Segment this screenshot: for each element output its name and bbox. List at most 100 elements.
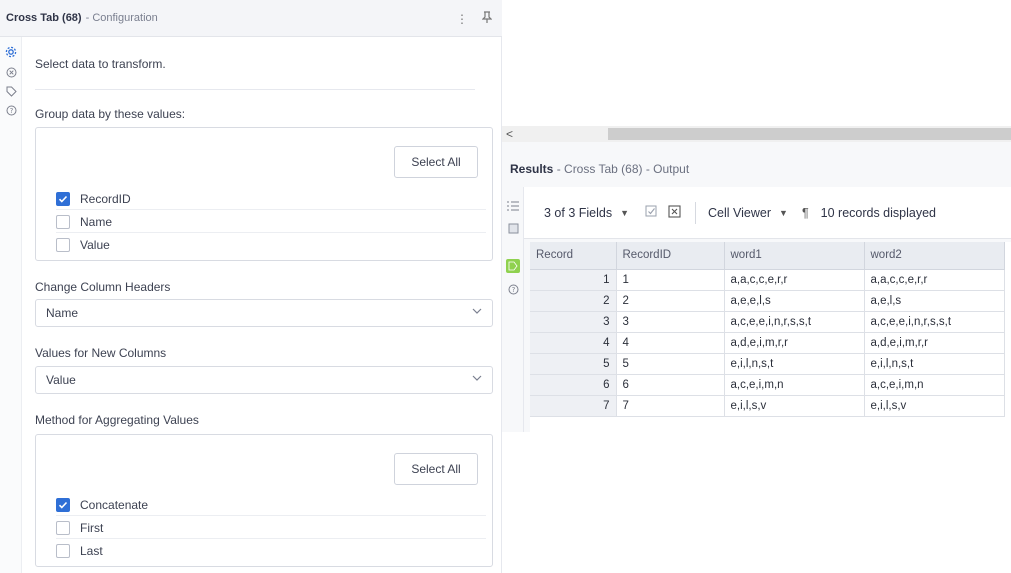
table-row[interactable]: 7 7 e,i,l,s,v e,i,l,s,v xyxy=(530,395,1005,417)
pin-icon[interactable] xyxy=(481,11,493,26)
table-cell[interactable]: a,a,c,c,e,r,r xyxy=(724,269,865,291)
column-header-word2[interactable]: word2 xyxy=(864,242,1005,270)
checkbox-icon[interactable] xyxy=(56,544,70,558)
group-item-label: Value xyxy=(80,238,110,252)
table-cell[interactable]: a,c,e,e,i,n,r,s,s,t xyxy=(864,311,1005,333)
scrollbar-thumb[interactable] xyxy=(608,128,1011,140)
table-cell[interactable]: 6 xyxy=(616,374,725,396)
record-number: 2 xyxy=(530,290,617,312)
svg-text:?: ? xyxy=(511,286,515,294)
results-grid[interactable]: Record RecordID word1 word2 1 1 a,a,c,c,… xyxy=(530,242,1011,432)
column-header-word1[interactable]: word1 xyxy=(724,242,865,270)
checkbox-icon[interactable] xyxy=(56,520,70,535)
table-cell[interactable]: e,i,l,n,s,t xyxy=(724,353,865,375)
caret-down-icon: ▼ xyxy=(779,207,788,218)
toolbar-divider xyxy=(695,201,697,224)
method-item-last[interactable]: Last xyxy=(56,540,486,562)
table-row[interactable]: 6 6 a,c,e,i,m,n a,c,e,i,m,n xyxy=(530,374,1005,396)
group-item-name[interactable]: Name xyxy=(56,211,486,233)
table-cell[interactable]: a,e,l,s xyxy=(864,290,1005,312)
config-subtitle: - Configuration xyxy=(85,12,158,24)
table-cell[interactable]: e,i,l,n,s,t xyxy=(864,353,1005,375)
table-cell[interactable]: 2 xyxy=(616,290,725,312)
group-item-recordid[interactable]: RecordID xyxy=(56,188,486,210)
results-title: Results - Cross Tab (68) - Output xyxy=(510,162,689,176)
help-icon[interactable]: ? xyxy=(506,282,520,296)
results-side-rail: ? xyxy=(502,187,524,432)
fields-count: 3 of 3 Fields xyxy=(544,205,613,220)
record-number: 3 xyxy=(530,311,617,333)
table-cell[interactable]: a,d,e,i,m,r,r xyxy=(724,332,865,354)
record-number: 7 xyxy=(530,395,617,417)
data-icon[interactable] xyxy=(506,221,520,235)
column-headers-select[interactable]: Name xyxy=(35,299,493,327)
table-cell[interactable]: e,i,l,s,v xyxy=(864,395,1005,417)
svg-text:?: ? xyxy=(9,107,13,115)
table-cell[interactable]: 3 xyxy=(616,311,725,333)
checkbox-icon[interactable] xyxy=(56,214,70,229)
method-item-label: First xyxy=(80,520,104,535)
method-item-first[interactable]: First xyxy=(56,517,486,539)
help-icon[interactable]: ? xyxy=(4,103,18,117)
table-cell[interactable]: a,d,e,i,m,r,r xyxy=(864,332,1005,354)
table-cell[interactable]: 4 xyxy=(616,332,725,354)
new-columns-value: Value xyxy=(46,373,76,387)
table-cell[interactable]: 5 xyxy=(616,353,725,375)
tool-name: Cross Tab (68) xyxy=(6,12,82,24)
gear-icon[interactable] xyxy=(4,45,18,59)
list-icon[interactable] xyxy=(506,199,520,213)
table-row[interactable]: 1 1 a,a,c,c,e,r,r a,a,c,c,e,r,r xyxy=(530,269,1005,291)
cell-viewer-dropdown[interactable]: Cell Viewer ▼ xyxy=(708,206,788,220)
checkbox-checked-icon[interactable] xyxy=(56,497,70,512)
group-select-all-button[interactable]: Select All xyxy=(394,146,478,178)
table-row[interactable]: 5 5 e,i,l,n,s,t e,i,l,n,s,t xyxy=(530,353,1005,375)
scroll-left-icon[interactable]: < xyxy=(506,126,513,142)
method-item-concatenate[interactable]: Concatenate xyxy=(56,494,486,516)
chevron-down-icon xyxy=(472,307,482,318)
table-cell[interactable]: a,c,e,e,i,n,r,s,s,t xyxy=(724,311,865,333)
table-cell[interactable]: a,c,e,i,m,n xyxy=(724,374,865,396)
edit-check-icon[interactable] xyxy=(645,205,658,221)
output-anchor-icon[interactable] xyxy=(506,259,520,273)
results-table: Record RecordID word1 word2 1 1 a,a,c,c,… xyxy=(530,242,1005,417)
table-row[interactable]: 3 3 a,c,e,e,i,n,r,s,s,t a,c,e,e,i,n,r,s,… xyxy=(530,311,1005,333)
config-body: Select data to transform. Group data by … xyxy=(22,37,502,573)
table-cell[interactable]: 7 xyxy=(616,395,725,417)
results-title-rest: - Cross Tab (68) - Output xyxy=(553,162,690,176)
column-header-recordid[interactable]: RecordID xyxy=(616,242,725,270)
table-cell[interactable]: 1 xyxy=(616,269,725,291)
table-cell[interactable]: e,i,l,s,v xyxy=(724,395,865,417)
column-headers-value: Name xyxy=(46,306,79,320)
intro-text: Select data to transform. xyxy=(35,57,166,71)
table-cell[interactable]: a,c,e,i,m,n xyxy=(864,374,1005,396)
new-columns-select[interactable]: Value xyxy=(35,366,493,394)
table-row[interactable]: 4 4 a,d,e,i,m,r,r a,d,e,i,m,r,r xyxy=(530,332,1005,354)
close-circle-icon[interactable] xyxy=(4,65,18,79)
config-header: Cross Tab (68) - Configuration ⋮ xyxy=(0,0,502,37)
pilcrow-icon[interactable]: ¶ xyxy=(802,206,809,220)
results-panel: Results - Cross Tab (68) - Output ? 3 of… xyxy=(502,142,1011,432)
checkbox-checked-icon[interactable] xyxy=(56,191,70,206)
horizontal-scrollbar[interactable]: < xyxy=(502,126,1011,142)
table-cell[interactable]: a,a,c,c,e,r,r xyxy=(864,269,1005,291)
chevron-down-icon xyxy=(472,374,482,385)
aggregation-method-list: Select All Concatenate First Last xyxy=(35,434,493,567)
caret-down-icon: ▼ xyxy=(620,207,630,218)
more-vertical-icon[interactable]: ⋮ xyxy=(456,12,468,26)
table-row[interactable]: 2 2 a,e,e,l,s a,e,l,s xyxy=(530,290,1005,312)
clear-box-icon[interactable] xyxy=(668,204,681,221)
config-side-rail: ? xyxy=(0,37,22,573)
method-item-label: Last xyxy=(80,544,103,558)
column-header-record[interactable]: Record xyxy=(530,242,617,270)
records-displayed: 10 records displayed xyxy=(820,205,937,220)
record-number: 5 xyxy=(530,353,617,375)
method-select-all-button[interactable]: Select All xyxy=(394,453,478,485)
column-headers-label: Change Column Headers xyxy=(35,280,171,294)
checkbox-icon[interactable] xyxy=(56,238,70,252)
fields-dropdown[interactable]: 3 of 3 Fields ▼ xyxy=(544,206,629,220)
divider xyxy=(35,89,475,90)
new-columns-label: Values for New Columns xyxy=(35,346,167,360)
tag-icon[interactable] xyxy=(4,84,18,98)
group-item-value[interactable]: Value xyxy=(56,234,486,256)
table-cell[interactable]: a,e,e,l,s xyxy=(724,290,865,312)
